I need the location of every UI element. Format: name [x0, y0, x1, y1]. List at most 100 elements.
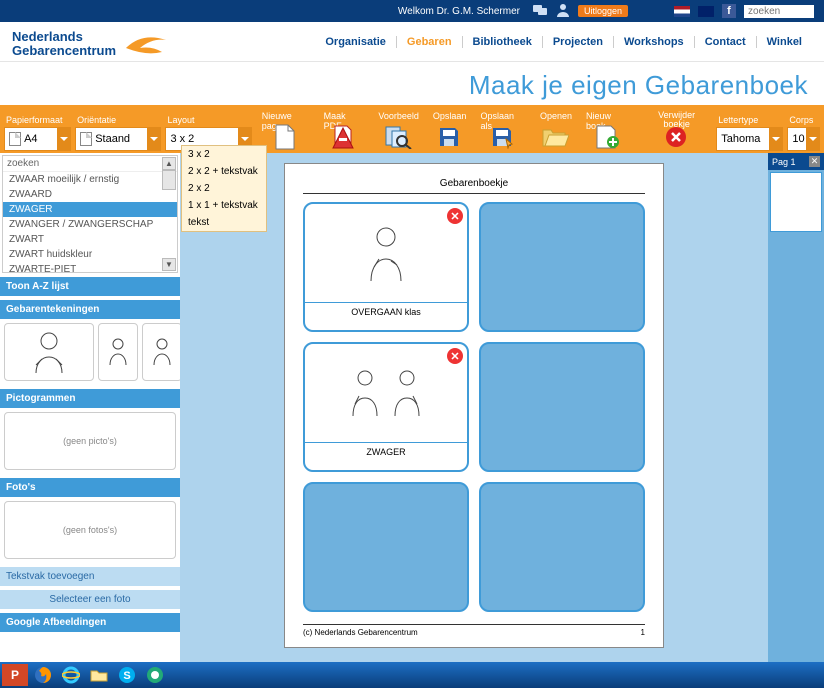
verwijder-boekje-button[interactable]: Verwijder boekje	[639, 111, 712, 151]
save-as-icon	[490, 125, 514, 149]
grid-cell[interactable]	[479, 202, 645, 332]
pictogrammen-header[interactable]: Pictogrammen	[0, 389, 180, 408]
flag-gb-icon[interactable]	[698, 6, 714, 17]
delete-icon	[665, 126, 687, 148]
chat-icon[interactable]	[532, 4, 548, 19]
chevron-down-icon[interactable]	[769, 127, 783, 151]
list-item[interactable]: ZWAGER	[3, 202, 177, 217]
brand-line2: Gebarencentrum	[12, 44, 116, 58]
close-icon[interactable]: ✕	[447, 208, 463, 224]
list-item[interactable]: ZWART	[3, 232, 177, 247]
orientatie-label: Oriëntatie	[75, 115, 161, 126]
sign-thumb[interactable]	[142, 323, 180, 381]
openen-button[interactable]: Openen	[534, 111, 576, 151]
orientatie-select[interactable]: Staand	[75, 127, 161, 151]
taskbar-powerpoint-icon[interactable]: P	[2, 664, 28, 686]
taskbar-skype-icon[interactable]: S	[114, 664, 140, 686]
list-item[interactable]: ZWART huidskleur	[3, 247, 177, 262]
flag-nl-icon[interactable]	[674, 6, 690, 17]
corps-select[interactable]: 10	[787, 127, 820, 151]
grid-cell[interactable]: ✕ ZWAGER	[303, 342, 469, 472]
nav-gebaren[interactable]: Gebaren	[397, 36, 463, 48]
chevron-down-icon[interactable]	[806, 127, 820, 151]
svg-text:S: S	[123, 670, 130, 682]
list-item[interactable]: ZWAARD	[3, 187, 177, 202]
scroll-down-icon[interactable]: ▼	[162, 258, 176, 271]
windows-taskbar: P S	[0, 662, 824, 688]
preview-icon	[384, 125, 412, 149]
close-icon[interactable]: ✕	[447, 348, 463, 364]
logout-button[interactable]: Uitloggen	[578, 5, 628, 17]
nav-winkel[interactable]: Winkel	[757, 36, 812, 48]
page-thumbnail[interactable]	[770, 172, 822, 232]
chevron-down-icon[interactable]	[57, 127, 71, 151]
selecteer-foto-button[interactable]: Selecteer een foto	[0, 590, 180, 609]
word-list[interactable]: zoeken ZWAAR moeilijk / ernstig ZWAARD Z…	[2, 155, 178, 273]
google-afbeeldingen-header[interactable]: Google Afbeeldingen	[0, 613, 180, 632]
close-page-icon[interactable]: ✕	[809, 156, 820, 167]
nav-organisatie[interactable]: Organisatie	[315, 36, 397, 48]
tekstvak-toevoegen-button[interactable]: Tekstvak toevoegen	[0, 567, 180, 586]
lettertype-select[interactable]: Tahoma	[716, 127, 783, 151]
grid-cell[interactable]	[479, 342, 645, 472]
scrollbar-thumb[interactable]	[162, 170, 176, 190]
wordlist-search[interactable]: zoeken	[3, 156, 177, 172]
chevron-down-icon[interactable]	[147, 127, 161, 151]
brand-logo[interactable]: Nederlands Gebarencentrum	[12, 28, 172, 60]
opslaan-button[interactable]: Opslaan	[427, 111, 471, 151]
taskbar-app-icon[interactable]	[142, 664, 168, 686]
sign-thumb[interactable]	[98, 323, 138, 381]
welcome-text: Welkom Dr. G.M. Schermer	[398, 6, 520, 17]
page-thumbnails: Pag 1 ✕	[768, 153, 824, 662]
page-tab[interactable]: Pag 1 ✕	[768, 153, 824, 170]
taskbar-firefox-icon[interactable]	[30, 664, 56, 686]
corps-label: Corps	[787, 115, 820, 126]
maak-pdf-button[interactable]: Maak PDF	[318, 111, 369, 151]
brand-line1: Nederlands	[12, 30, 116, 44]
list-item[interactable]: ZWAAR moeilijk / ernstig	[3, 172, 177, 187]
taskbar-ie-icon[interactable]	[58, 664, 84, 686]
cell-label: ZWAGER	[305, 442, 467, 461]
open-folder-icon	[541, 126, 569, 148]
nav-projecten[interactable]: Projecten	[543, 36, 614, 48]
pdf-icon	[331, 124, 355, 150]
fotos-header[interactable]: Foto's	[0, 478, 180, 497]
papierformaat-select[interactable]: A4	[4, 127, 71, 151]
cell-label: OVERGAAN klas	[305, 302, 467, 321]
user-icon[interactable]	[556, 3, 570, 20]
layout-option[interactable]: tekst	[182, 214, 266, 231]
nav-bibliotheek[interactable]: Bibliotheek	[463, 36, 543, 48]
nav-contact[interactable]: Contact	[695, 36, 757, 48]
layout-option[interactable]: 3 x 2	[182, 146, 266, 163]
layout-dropdown: 3 x 2 2 x 2 + tekstvak 2 x 2 1 x 1 + tek…	[181, 145, 267, 232]
grid-cell[interactable]	[479, 482, 645, 612]
footer-pagenum: 1	[641, 628, 645, 637]
list-item[interactable]: ZWANGER / ZWANGERSCHAP	[3, 217, 177, 232]
foto-empty: (geen fotos's)	[4, 501, 176, 559]
sign-thumb[interactable]	[4, 323, 94, 381]
nav-workshops[interactable]: Workshops	[614, 36, 695, 48]
grid-cell[interactable]: ✕ OVERGAAN klas	[303, 202, 469, 332]
list-item[interactable]: ZWARTE-PIET	[3, 262, 177, 273]
taskbar-explorer-icon[interactable]	[86, 664, 112, 686]
layout-option[interactable]: 2 x 2 + tekstvak	[182, 163, 266, 180]
layout-option[interactable]: 1 x 1 + tekstvak	[182, 197, 266, 214]
gebarentekeningen-header[interactable]: Gebarentekeningen	[0, 300, 180, 319]
picto-empty: (geen picto's)	[4, 412, 176, 470]
scroll-up-icon[interactable]: ▲	[162, 157, 176, 170]
layout-option[interactable]: 2 x 2	[182, 180, 266, 197]
lettertype-label: Lettertype	[716, 115, 783, 126]
nieuw-boek-button[interactable]: Nieuw boek	[580, 111, 635, 151]
voorbeeld-button[interactable]: Voorbeeld	[372, 111, 423, 151]
opslaan-als-button[interactable]: Opslaan als	[474, 111, 530, 151]
grid-cell[interactable]	[303, 482, 469, 612]
page-title: Maak je eigen Gebarenboek	[0, 62, 824, 105]
book-page: Gebarenboekje ✕ OVERGAAN klas ✕ ZWAGER	[284, 163, 664, 648]
toon-az-button[interactable]: Toon A-Z lijst	[0, 277, 180, 296]
facebook-icon[interactable]: f	[722, 4, 736, 18]
canvas-area: Gebarenboekje ✕ OVERGAAN klas ✕ ZWAGER	[180, 153, 768, 662]
toolbar: Papierformaat A4 Oriëntatie Staand Layou…	[0, 105, 824, 153]
layout-label: Layout	[165, 115, 251, 126]
search-input[interactable]	[744, 5, 814, 18]
new-page-icon	[274, 124, 296, 150]
